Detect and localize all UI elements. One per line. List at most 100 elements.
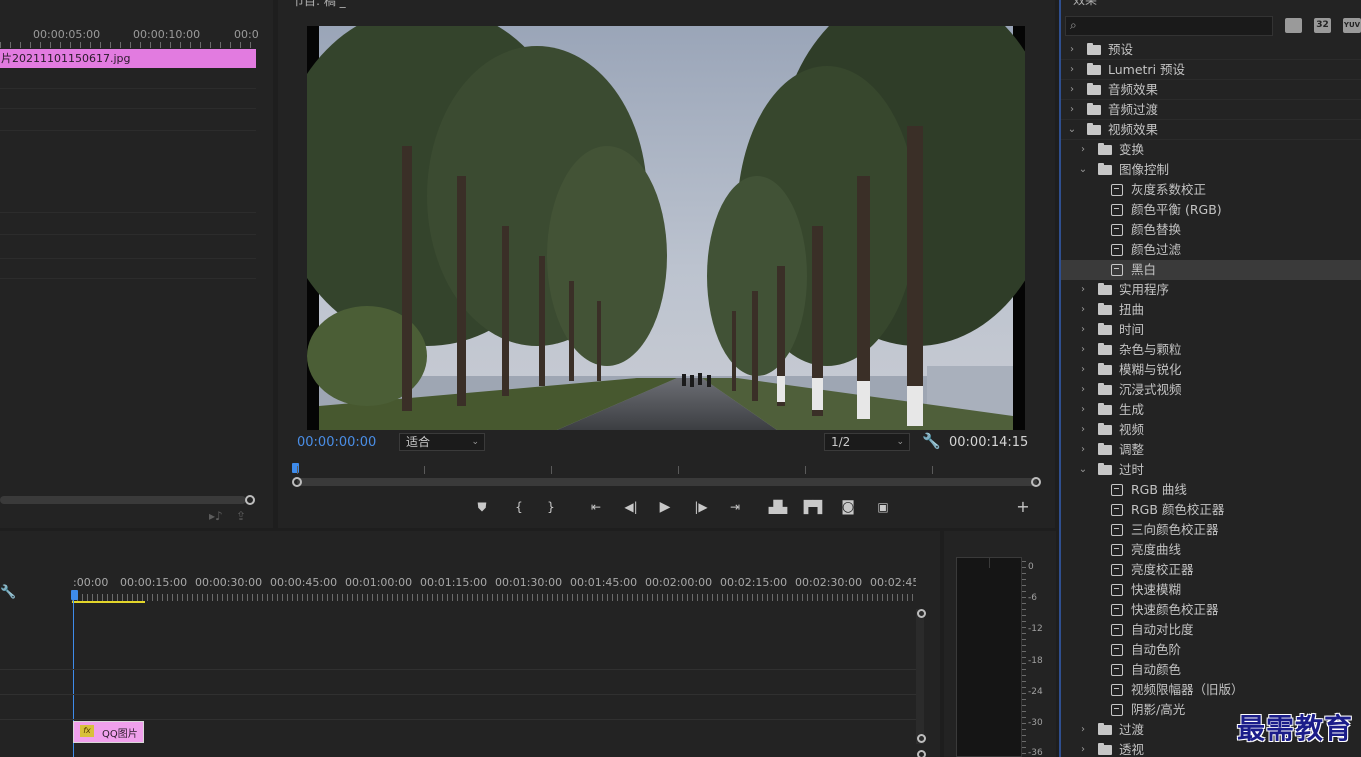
scroll-handle-extra[interactable] [917,750,926,757]
effects-folder-item[interactable]: › 预设 [1061,40,1361,60]
effects-folder-item[interactable]: › 音频过渡 [1061,100,1361,120]
zoom-handle-right[interactable] [1031,477,1041,487]
chevron-right-icon[interactable]: › [1078,720,1088,740]
folder-icon [1098,463,1112,475]
chevron-right-icon[interactable]: › [1078,380,1088,400]
effects-folder-item[interactable]: › 扭曲 [1061,300,1361,320]
chevron-right-icon[interactable]: › [1078,440,1088,460]
timeline-playhead-marker[interactable] [71,590,78,600]
folder-icon [1098,363,1112,375]
yuv-effects-icon[interactable]: YUV [1343,18,1361,33]
chevron-right-icon[interactable]: › [1078,740,1088,757]
button-editor-plus-icon[interactable]: + [1012,496,1034,518]
lift-button[interactable]: ▟▙ [767,496,789,518]
chevron-right-icon[interactable]: › [1078,280,1088,300]
effects-item-label: 图像控制 [1119,162,1170,177]
camera-icon[interactable]: ◙ [837,496,859,518]
folder-icon [1098,383,1112,395]
chevron-right-icon[interactable]: › [1078,420,1088,440]
effects-folder-item[interactable]: › 模糊与锐化 [1061,360,1361,380]
comparison-view-button[interactable]: ▣ [872,496,894,518]
effect-icon [1111,204,1123,216]
effects-item[interactable]: 颜色过滤 [1061,240,1361,260]
effects-item[interactable]: 黑白 [1061,260,1361,280]
effects-item[interactable]: 自动色阶 [1061,640,1361,660]
effects-folder-item[interactable]: › 变换 [1061,140,1361,160]
effects-item-label: 自动对比度 [1131,622,1194,637]
effects-item[interactable]: 亮度曲线 [1061,540,1361,560]
scroll-handle-bottom[interactable] [917,734,926,743]
effects-folder-item[interactable]: › 杂色与颗粒 [1061,340,1361,360]
effects-folder-item[interactable]: › 视频 [1061,420,1361,440]
resolution-dropdown[interactable]: 1/2 ⌄ [824,433,910,451]
go-to-in-button[interactable]: ⇤ [585,496,607,518]
mark-out-button[interactable]: } [540,496,562,518]
effects-item[interactable]: RGB 颜色校正器 [1061,500,1361,520]
chevron-right-icon[interactable]: › [1078,140,1088,160]
effects-item[interactable]: 颜色替换 [1061,220,1361,240]
effects-item[interactable]: 三向颜色校正器 [1061,520,1361,540]
mark-in-button[interactable]: { [508,496,530,518]
step-back-button[interactable]: ◀| [620,496,642,518]
effects-folder-item[interactable]: › 时间 [1061,320,1361,340]
chevron-right-icon[interactable]: › [1078,320,1088,340]
effects-item[interactable]: 快速模糊 [1061,580,1361,600]
chevron-down-icon[interactable]: ⌄ [1078,160,1088,180]
effects-item[interactable]: 自动颜色 [1061,660,1361,680]
accelerated-effects-icon[interactable] [1285,18,1302,33]
effects-item[interactable]: 快速颜色校正器 [1061,600,1361,620]
chevron-right-icon[interactable]: › [1078,340,1088,360]
add-marker-button[interactable]: ⛊ [471,496,493,518]
chevron-down-icon[interactable]: ⌄ [1078,460,1088,480]
effects-item[interactable]: 亮度校正器 [1061,560,1361,580]
chevron-right-icon[interactable]: › [1067,60,1077,80]
effects-folder-item[interactable]: ⌄ 过时 [1061,460,1361,480]
chevron-right-icon[interactable]: › [1067,40,1077,60]
current-time-display[interactable]: 00:00:00:00 [297,435,376,450]
chevron-right-icon[interactable]: › [1078,300,1088,320]
effects-item[interactable]: 视频限幅器（旧版） [1061,680,1361,700]
go-to-out-button[interactable]: ⇥ [724,496,746,518]
effects-folder-item[interactable]: › 调整 [1061,440,1361,460]
zoom-handle-left[interactable] [292,477,302,487]
effects-folder-item[interactable]: › 实用程序 [1061,280,1361,300]
scroll-handle-top[interactable] [917,609,926,618]
effects-item-label: 生成 [1119,402,1145,417]
timeline-clip[interactable]: fx QQ图片 [73,721,144,743]
zoom-handle[interactable] [245,495,255,505]
chevron-right-icon[interactable]: › [1078,400,1088,420]
effects-item[interactable]: RGB 曲线 [1061,480,1361,500]
effects-item[interactable]: 自动对比度 [1061,620,1361,640]
effects-folder-item[interactable]: ⌄ 视频效果 [1061,120,1361,140]
effects-item[interactable]: 灰度系数校正 [1061,180,1361,200]
effects-folder-item[interactable]: › 沉浸式视频 [1061,380,1361,400]
chevron-right-icon[interactable]: › [1078,360,1088,380]
fit-dropdown[interactable]: 适合 ⌄ [399,433,485,451]
source-clip[interactable]: 片20211101150617.jpg [0,49,256,68]
32-bit-effects-icon[interactable]: 32 [1314,18,1331,33]
export-icon[interactable]: ⇪ [236,509,246,523]
work-area-bar[interactable] [72,601,145,603]
track-divider [0,719,916,720]
effects-item[interactable]: 颜色平衡 (RGB) [1061,200,1361,220]
wrench-settings-icon[interactable]: 🔧 [922,432,941,450]
wrench-icon[interactable]: 🔧 [0,585,16,600]
effects-folder-item[interactable]: › 生成 [1061,400,1361,420]
extract-button[interactable]: ▛▜ [802,496,824,518]
effect-icon [1111,644,1123,656]
chevron-right-icon[interactable]: › [1067,80,1077,100]
program-zoom-bar[interactable] [297,478,1037,486]
effects-item-label: 颜色平衡 (RGB) [1131,202,1222,217]
audio-output-icon[interactable]: ▸♪ [209,509,223,523]
source-zoom-scrollbar[interactable] [0,496,246,504]
effects-folder-item[interactable]: ⌄ 图像控制 [1061,160,1361,180]
effects-search-input[interactable]: ⌕ [1065,16,1273,36]
effects-folder-item[interactable]: › 音频效果 [1061,80,1361,100]
effects-folder-item[interactable]: › Lumetri 预设 [1061,60,1361,80]
effect-icon [1111,604,1123,616]
chevron-down-icon[interactable]: ⌄ [1067,120,1077,140]
chevron-right-icon[interactable]: › [1067,100,1077,120]
timeline-vertical-scrollbar[interactable] [916,609,924,744]
play-button[interactable]: ▶ [654,496,676,518]
step-forward-button[interactable]: |▶ [690,496,712,518]
